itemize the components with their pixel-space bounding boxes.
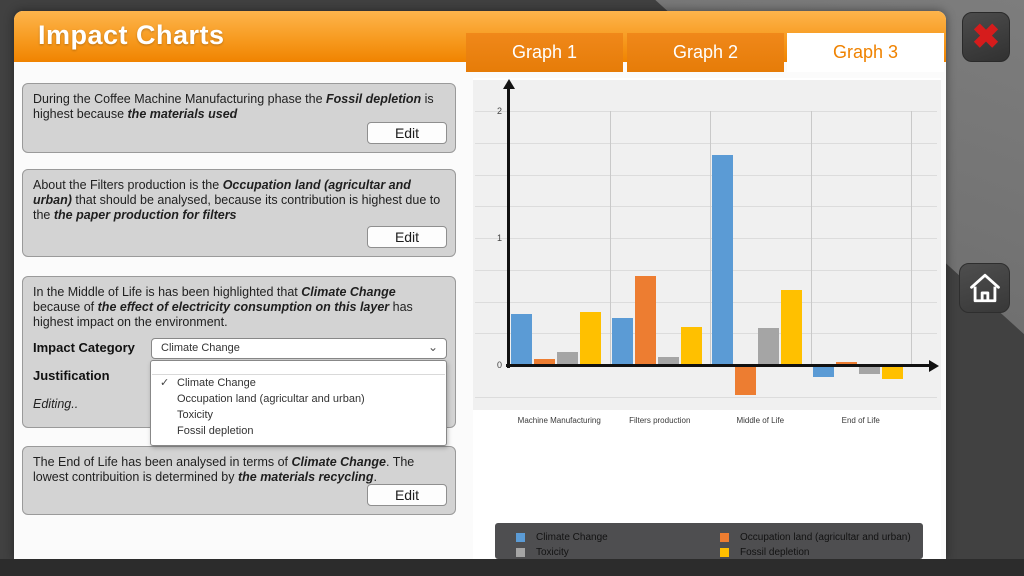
- bar: [813, 366, 834, 377]
- bar: [612, 318, 633, 365]
- impact-category-label: Impact Category: [33, 340, 135, 355]
- bar: [635, 276, 656, 365]
- gridline-h: [475, 175, 937, 176]
- bar: [735, 366, 756, 395]
- justification-label: Justification: [33, 368, 110, 383]
- note-end-of-life: The End of Life has been analysed in ter…: [22, 446, 456, 515]
- chevron-down-icon: ⌄: [428, 338, 438, 357]
- dropdown-option[interactable]: Fossil depletion: [151, 423, 446, 439]
- x-axis-arrow: [929, 360, 939, 372]
- legend-swatch: [516, 533, 525, 542]
- bar: [511, 314, 532, 365]
- dropdown-option[interactable]: ✓Climate Change: [151, 375, 446, 391]
- edit-button[interactable]: Edit: [367, 122, 447, 144]
- chart-legend: Climate Change Occupation land (agriculta…: [495, 523, 923, 559]
- note-filters-production: About the Filters production is the Occu…: [22, 169, 456, 257]
- y-tick-label: 1: [478, 233, 502, 243]
- selected-value: Climate Change: [161, 342, 240, 354]
- impact-category-select[interactable]: Climate Change ⌄: [151, 338, 447, 359]
- note-text: In the Middle of Life is has been highli…: [33, 285, 413, 329]
- bar: [882, 366, 903, 379]
- note-text: During the Coffee Machine Manufacturing …: [33, 92, 434, 121]
- legend-item: Fossil depletion: [720, 545, 923, 560]
- x-category-label: Middle of Life: [705, 416, 815, 425]
- x-category-label: Machine Manufacturing: [504, 416, 614, 425]
- note-text: The End of Life has been analysed in ter…: [33, 455, 414, 484]
- gridline-v: [811, 111, 812, 365]
- bar: [681, 327, 702, 365]
- gridline-h: [475, 111, 937, 112]
- impact-charts-window: Impact Charts Graph 1 Graph 2 Graph 3 Du…: [14, 11, 946, 559]
- legend-label: Fossil depletion: [740, 547, 809, 558]
- impact-bar-chart: 0 1 2 Machine ManufacturingFilters product…: [473, 78, 941, 559]
- legend-label: Climate Change: [536, 532, 608, 543]
- gridline-h: [475, 206, 937, 207]
- close-button[interactable]: ✖: [962, 12, 1010, 62]
- impact-category-listbox: ✓Climate ChangeOccupation land (agricult…: [150, 360, 447, 446]
- edit-button[interactable]: Edit: [367, 226, 447, 248]
- gridline-h: [475, 302, 937, 303]
- home-icon: [968, 272, 1002, 304]
- legend-item: Toxicity: [516, 545, 720, 560]
- note-machine-manufacturing: During the Coffee Machine Manufacturing …: [22, 83, 456, 153]
- gridline-h: [475, 238, 937, 239]
- x-axis: [506, 364, 930, 367]
- tab-graph-1[interactable]: Graph 1: [466, 33, 623, 72]
- gridline-h: [475, 333, 937, 334]
- home-button[interactable]: [959, 263, 1010, 313]
- page-title: Impact Charts: [38, 20, 225, 51]
- close-icon: ✖: [972, 18, 1001, 56]
- window-bottom-bar: [0, 559, 1024, 576]
- tab-graph-3[interactable]: Graph 3: [787, 33, 944, 72]
- bar: [781, 290, 802, 365]
- listbox-blank-row: [151, 361, 446, 374]
- dropdown-option[interactable]: Occupation land (agricultar and urban): [151, 391, 446, 407]
- legend-swatch: [720, 533, 729, 542]
- bar: [859, 366, 880, 374]
- y-axis-arrow: [503, 79, 515, 89]
- legend-swatch: [516, 548, 525, 557]
- gridline-v: [610, 111, 611, 365]
- checkmark-icon: ✓: [160, 375, 169, 391]
- legend-item: Occupation land (agricultar and urban): [720, 530, 923, 545]
- gridline-h: [475, 270, 937, 271]
- legend-label: Toxicity: [536, 547, 569, 558]
- gridline-h: [475, 397, 937, 398]
- chart-x-labels: Machine ManufacturingFilters productionM…: [473, 416, 941, 430]
- y-tick-label: 2: [478, 106, 502, 116]
- x-category-label: Filters production: [605, 416, 715, 425]
- legend-swatch: [720, 548, 729, 557]
- x-category-label: End of Life: [806, 416, 916, 425]
- dropdown-option[interactable]: Toxicity: [151, 407, 446, 423]
- chart-plot-area: 0 1 2: [473, 80, 941, 410]
- bar: [580, 312, 601, 365]
- gridline-h: [475, 143, 937, 144]
- legend-label: Occupation land (agricultar and urban): [740, 532, 911, 543]
- tab-graph-2[interactable]: Graph 2: [627, 33, 784, 72]
- note-text: About the Filters production is the Occu…: [33, 178, 440, 222]
- bar: [712, 155, 733, 365]
- y-axis: [507, 88, 510, 368]
- edit-button[interactable]: Edit: [367, 484, 447, 506]
- editing-status: Editing..: [33, 397, 78, 412]
- gridline-v: [710, 111, 711, 365]
- legend-item: Climate Change: [516, 530, 720, 545]
- bar: [758, 328, 779, 365]
- y-tick-label: 0: [478, 360, 502, 370]
- gridline-v: [911, 111, 912, 365]
